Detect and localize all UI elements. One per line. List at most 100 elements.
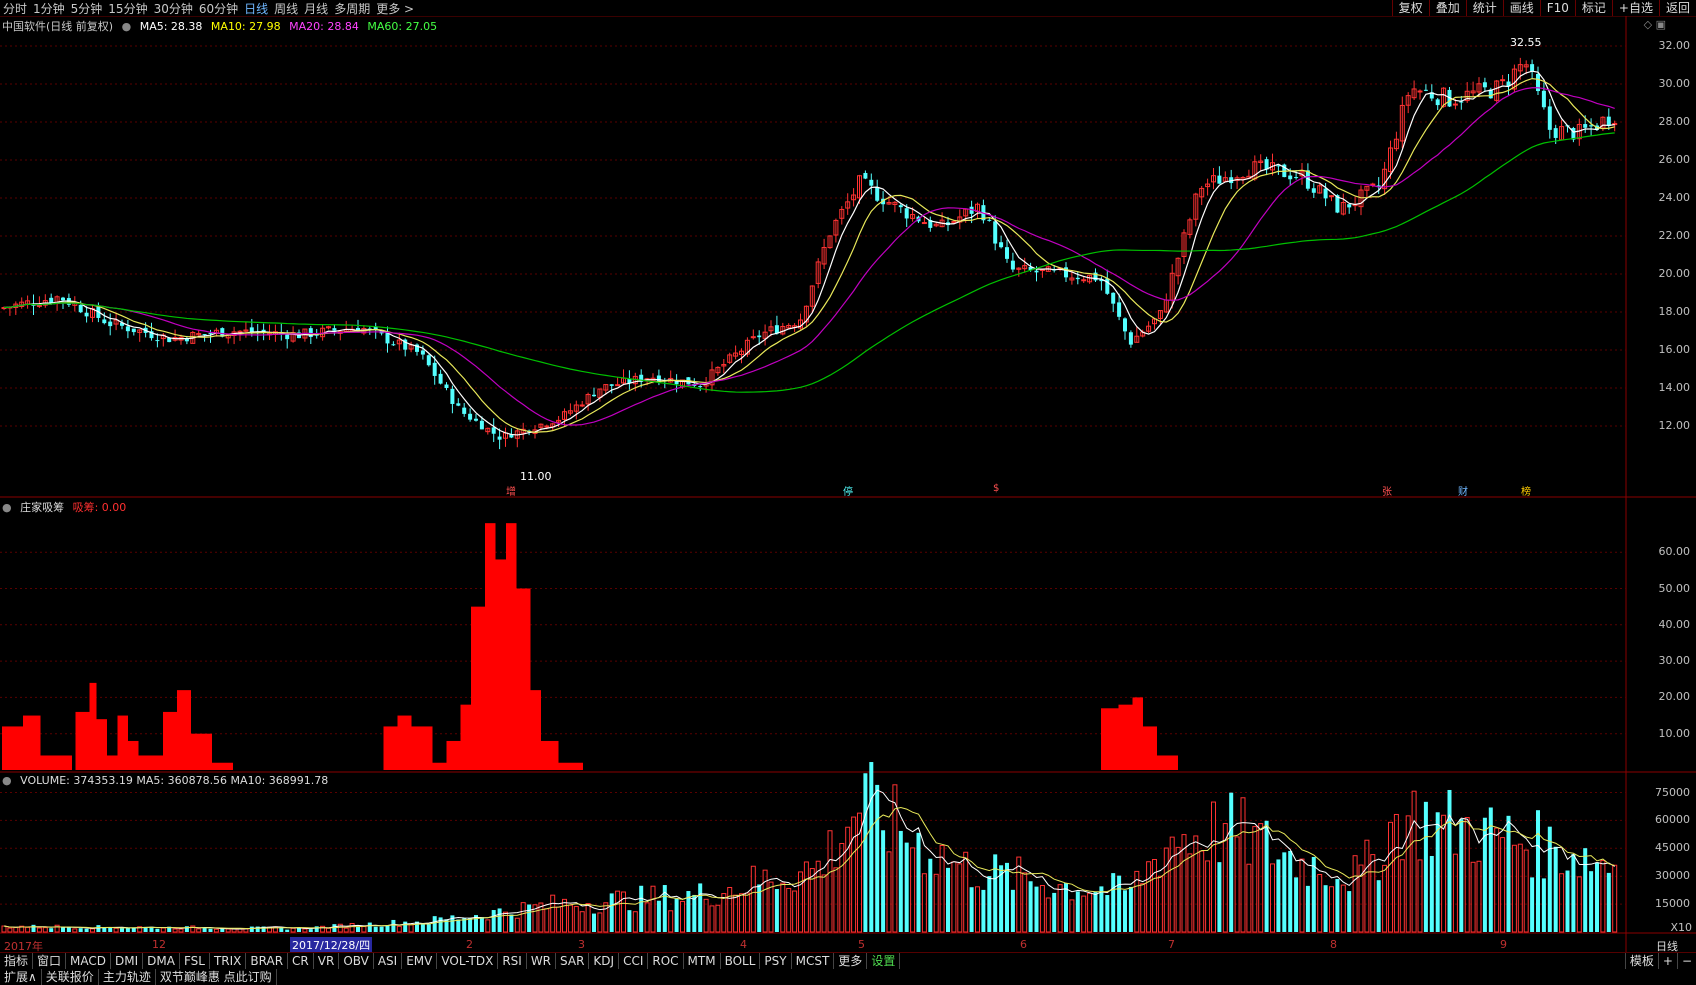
kline-chart[interactable] — [0, 0, 1696, 952]
indicator-tab[interactable]: 设置 — [867, 953, 901, 969]
volume-bar — [1547, 826, 1552, 932]
indicator-tab[interactable]: TRIX — [210, 953, 247, 969]
volume-bar — [155, 928, 160, 932]
indicator-tab[interactable]: DMI — [111, 953, 144, 969]
indicator-tab[interactable]: WR — [527, 953, 557, 969]
indicator-bar — [128, 740, 132, 770]
indicator-bar — [541, 740, 545, 770]
volume-bar — [762, 869, 768, 933]
indicator-tab[interactable]: OBV — [339, 953, 374, 969]
indicator-bar — [156, 755, 160, 770]
volume-bar — [1057, 884, 1063, 933]
volume-bar — [1163, 847, 1169, 933]
indicator-tab[interactable]: CCI — [619, 953, 649, 969]
template-control[interactable]: + — [1657, 953, 1677, 969]
volume-bar — [25, 926, 31, 933]
indicator-tab[interactable]: 更多 — [834, 953, 868, 969]
volume-bar — [904, 842, 909, 932]
volume-bar — [709, 905, 715, 933]
volume-bar — [432, 916, 437, 932]
indicator-tick: 60.00 — [1658, 545, 1691, 559]
template-control[interactable]: − — [1676, 953, 1696, 969]
indicator-bar — [429, 726, 433, 770]
volume-bar — [987, 876, 992, 932]
volume-bar — [514, 917, 520, 933]
indicator-tab[interactable]: 窗口 — [33, 953, 67, 969]
event-marker-ting[interactable]: 停 — [843, 483, 853, 498]
indicator-bar — [166, 711, 170, 770]
volume-tick: 15000 — [1655, 897, 1690, 911]
candle-body — [1005, 247, 1009, 259]
indicator-tab-bar: 指标 窗口 MACD DMI DMA FSL TRIX BRAR CR VR OBV ASI EMV VO… — [0, 952, 1696, 969]
volume-bar — [1305, 885, 1310, 932]
indicator-tab[interactable]: VR — [314, 953, 340, 969]
candle-body — [1482, 82, 1487, 88]
volume-bar — [1423, 801, 1428, 932]
indicator-tab[interactable]: RSI — [498, 953, 527, 969]
indicator-tab[interactable]: ROC — [648, 953, 684, 969]
volume-bar — [1388, 821, 1393, 933]
indicator-tab[interactable]: KDJ — [589, 953, 620, 969]
candle-body — [993, 221, 998, 244]
indicator-tab[interactable]: BRAR — [246, 953, 289, 969]
indicator-tab[interactable]: DMA — [143, 953, 180, 969]
indicator-toggle-icon[interactable]: ● — [2, 501, 12, 514]
indicator-bar — [527, 588, 531, 770]
indicator-tab[interactable]: BOLL — [721, 953, 761, 969]
volume-tick: 75000 — [1655, 785, 1690, 799]
volume-bar — [981, 889, 986, 932]
indicator-tab[interactable]: CR — [288, 953, 314, 969]
ma5-line — [3, 70, 1615, 436]
indicator-bar — [495, 559, 499, 770]
event-marker-zeng[interactable]: 增 — [506, 483, 516, 498]
indicator-bar — [124, 715, 128, 770]
indicator-tab[interactable]: VOL-TDX — [437, 953, 499, 969]
ma60-line — [3, 132, 1615, 393]
indicator-tab[interactable]: PSY — [760, 953, 792, 969]
template-control[interactable]: 模板 — [1624, 953, 1658, 969]
indicator-bar — [1164, 755, 1168, 770]
status-item[interactable]: 双节巅峰惠 点此订购 — [156, 969, 277, 985]
volume-bar — [1205, 860, 1211, 933]
volume-bar — [1376, 880, 1381, 932]
candle-body — [426, 355, 431, 366]
candle-body — [898, 205, 903, 208]
status-item[interactable]: 扩展∧ — [0, 969, 42, 985]
event-marker-bang[interactable]: 榜 — [1521, 483, 1531, 498]
indicator-tab[interactable]: 指标 — [0, 953, 34, 969]
indicator-bar — [142, 755, 146, 770]
volume-bar — [1470, 861, 1476, 933]
indicator-bar — [418, 726, 422, 770]
volume-bar — [1111, 873, 1116, 932]
volume-bar — [803, 861, 809, 933]
indicator-bar — [1150, 726, 1154, 770]
volume-bar — [1441, 814, 1447, 933]
price-tick: 28.00 — [1658, 115, 1691, 128]
volume-bar — [1589, 871, 1594, 932]
volume-toggle-icon[interactable]: ● — [2, 774, 12, 787]
indicator-tab[interactable]: SAR — [556, 953, 590, 969]
indicator-bar — [394, 726, 398, 770]
volume-bar — [361, 926, 367, 933]
volume-bar — [1595, 862, 1599, 932]
indicator-name[interactable]: 庄家吸筹 — [20, 501, 64, 514]
volume-bar — [108, 927, 113, 932]
volume-bar — [1536, 810, 1540, 932]
indicator-bar — [534, 690, 538, 770]
volume-bar — [668, 910, 674, 933]
indicator-tab[interactable]: FSL — [180, 953, 210, 969]
indicator-tab[interactable]: ASI — [374, 953, 403, 969]
event-marker-dollar[interactable]: $ — [993, 483, 999, 494]
indicator-tab[interactable]: MACD — [66, 953, 112, 969]
indicator-tab[interactable]: EMV — [402, 953, 438, 969]
candle-body — [592, 394, 596, 397]
status-item[interactable]: 关联报价 — [42, 969, 99, 985]
event-marker-zhang[interactable]: 张 — [1382, 483, 1392, 498]
indicator-bar — [1174, 755, 1178, 770]
indicator-bar — [54, 755, 58, 770]
status-item[interactable]: 主力轨迹 — [99, 969, 156, 985]
indicator-tab[interactable]: MCST — [792, 953, 835, 969]
event-marker-cai[interactable]: 财 — [1458, 483, 1468, 498]
indicator-tab[interactable]: MTM — [684, 953, 721, 969]
candle-body — [1311, 188, 1316, 193]
